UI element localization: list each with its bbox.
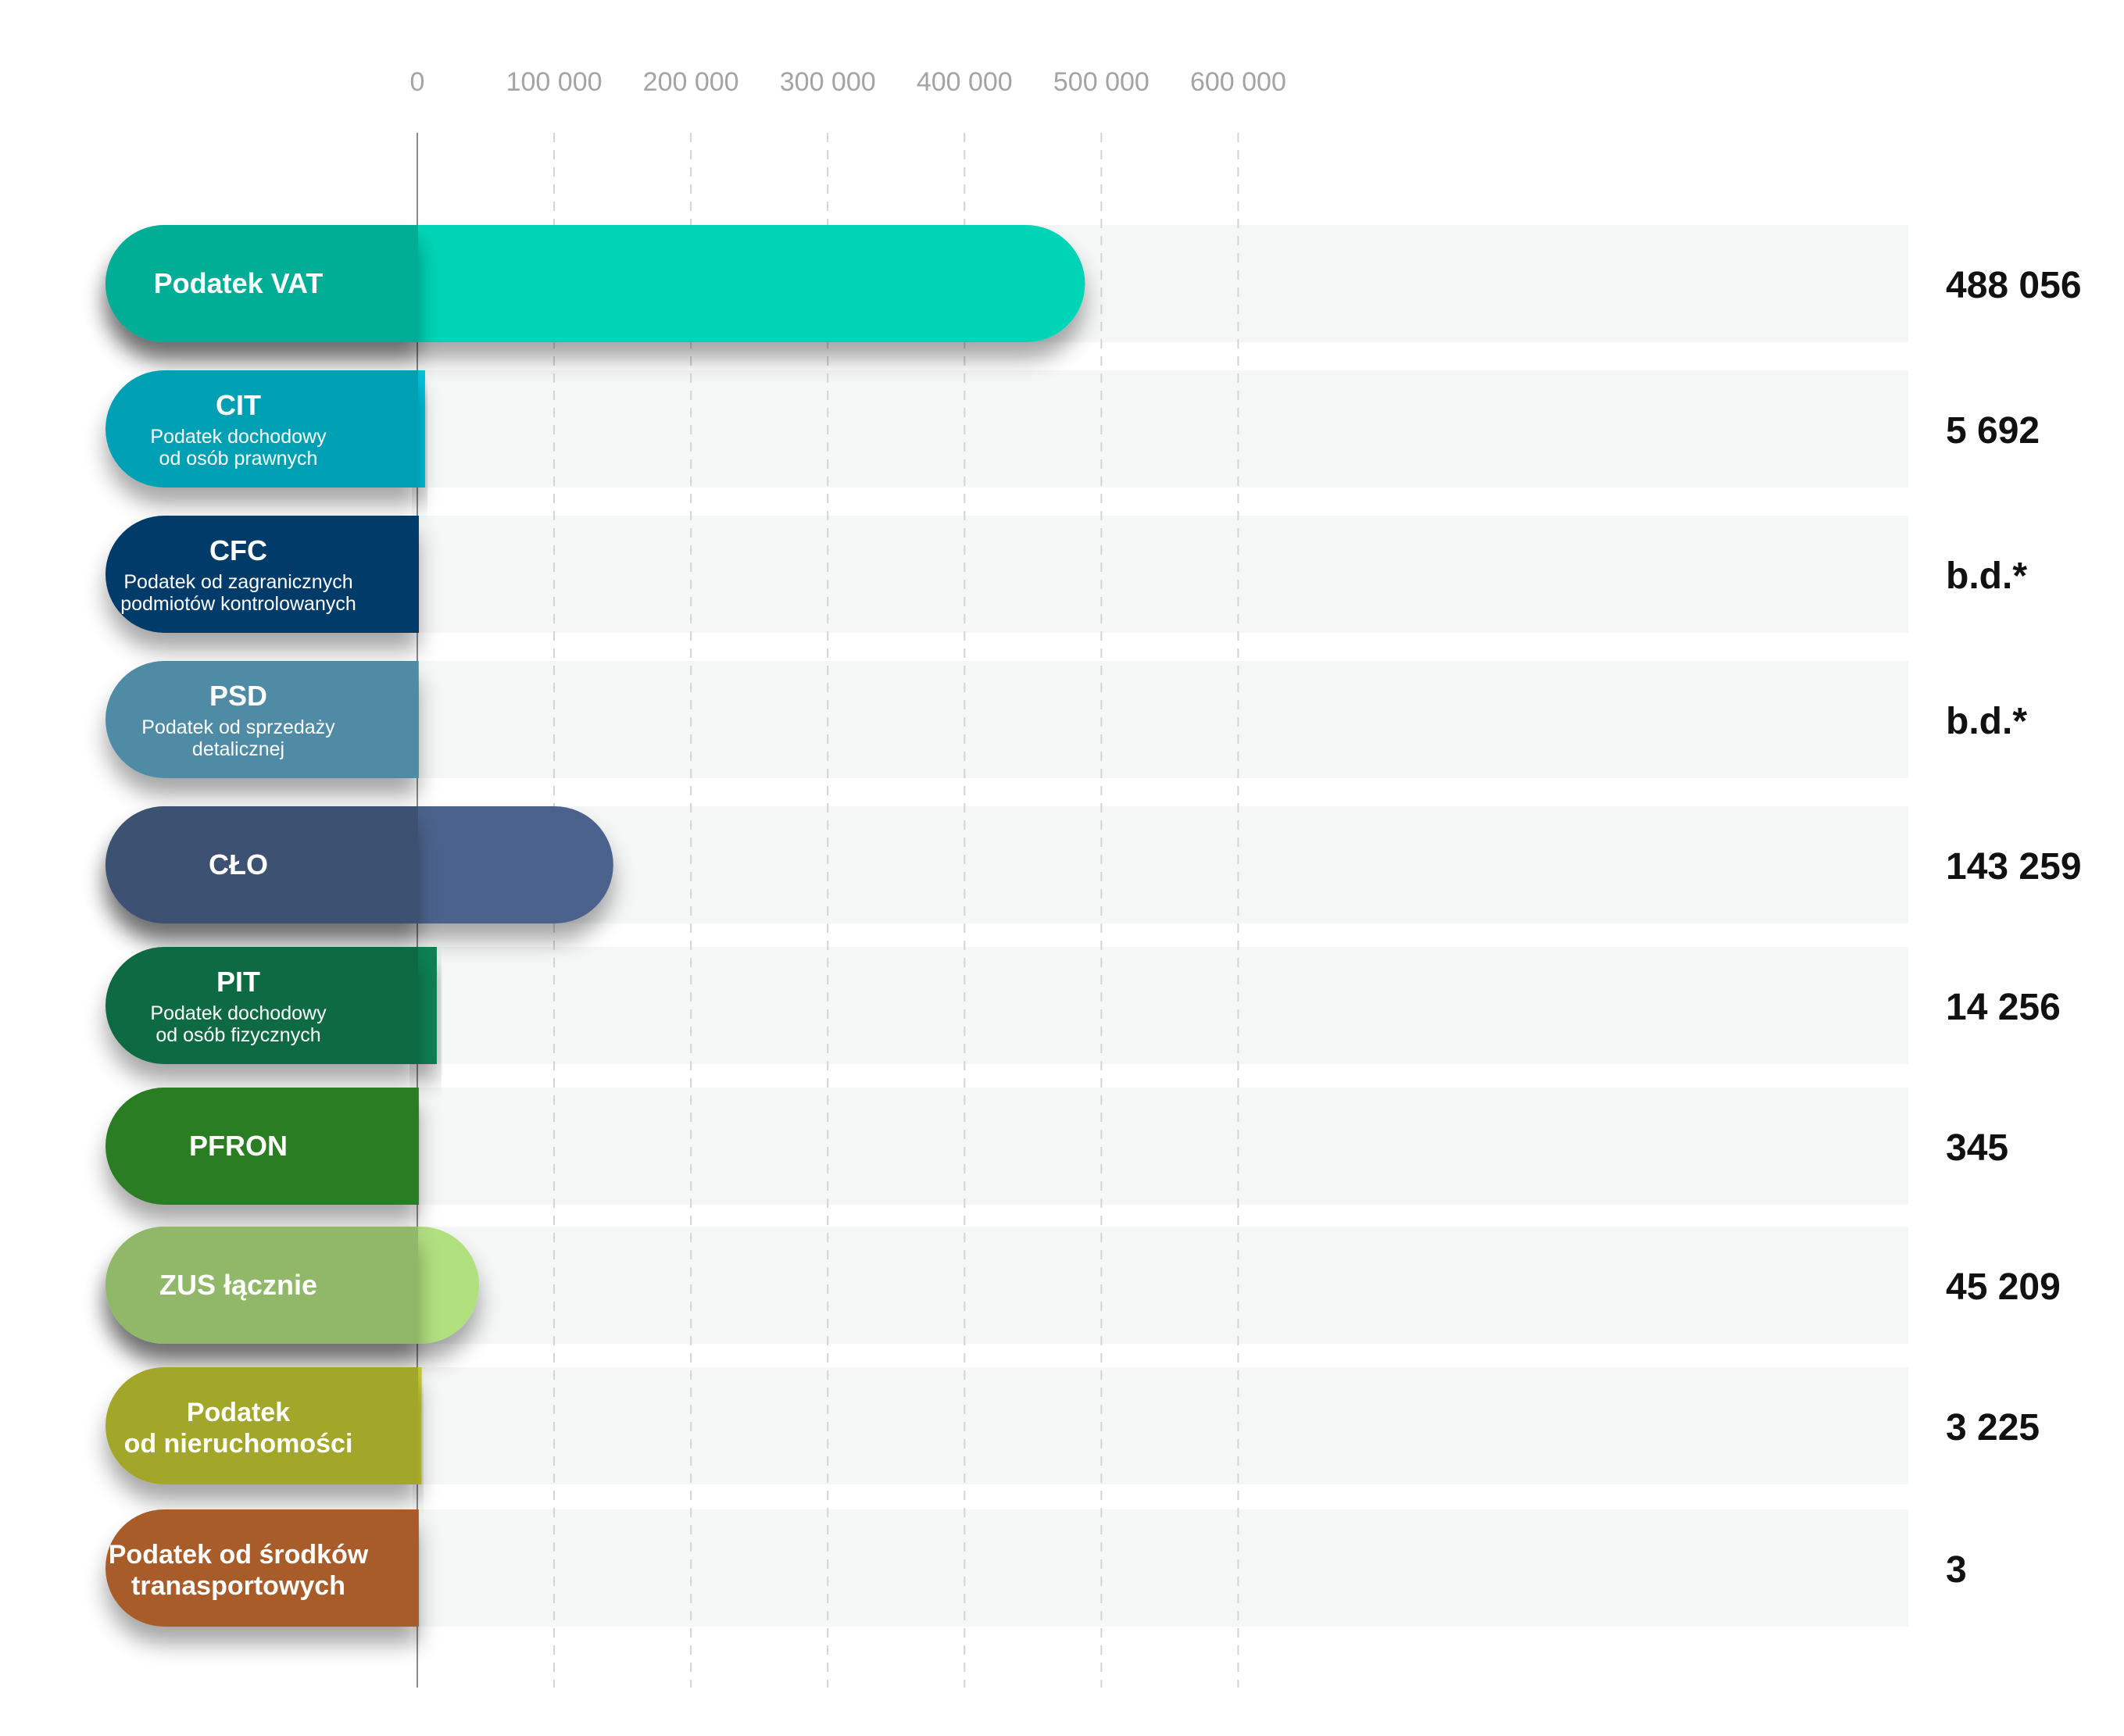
row-band-6 [417, 1088, 1908, 1205]
category-subtitle-1-1: od osób prawnych [159, 448, 318, 470]
category-title-0: Podatek VAT [154, 267, 324, 299]
value-labels: 488 056 5 692 b.d.* b.d.* 143 259 14 256 345 45… [1946, 265, 2082, 1591]
category-subtitle-1-0: Podatek dochodowy [150, 426, 327, 448]
category-title-5: PIT [216, 966, 260, 998]
value-label-2: b.d.* [1946, 555, 2027, 597]
row-band-1 [417, 370, 1908, 488]
category-title2-8: od nieruchomości [124, 1429, 353, 1459]
category-subtitle-2-1: podmiotów kontrolowanych [120, 593, 356, 615]
row-band-7 [417, 1227, 1908, 1344]
x-tick-label-3: 300 000 [780, 67, 876, 97]
category-title-9: Podatek od środków [109, 1540, 369, 1570]
category-subtitle-5-1: od osób fizycznych [156, 1024, 320, 1046]
value-label-5: 14 256 [1946, 987, 2061, 1028]
category-title-7: ZUS łącznie [159, 1269, 317, 1301]
x-axis-ticks: 0 100 000 200 000 300 000 400 000 500 000 600 … [410, 67, 1286, 97]
x-tick-label-0: 0 [410, 67, 425, 97]
row-band-2 [417, 516, 1908, 633]
category-title2-9: tranasportowych [131, 1571, 345, 1601]
value-label-6: 345 [1946, 1127, 2008, 1169]
category-title-2: CFC [209, 534, 267, 566]
value-label-9: 3 [1946, 1549, 1967, 1591]
row-band-9 [417, 1509, 1908, 1627]
value-label-4: 143 259 [1946, 846, 2082, 888]
category-title-8: Podatek [187, 1398, 290, 1427]
category-subtitle-2-0: Podatek od zagranicznych [123, 571, 352, 593]
category-labels: Podatek VATCITPodatek dochodowyod osób p… [105, 225, 418, 1627]
value-label-1: 5 692 [1946, 410, 2040, 452]
row-bands [417, 225, 1908, 1627]
category-subtitle-3-0: Podatek od sprzedaży [141, 716, 335, 738]
value-label-7: 45 209 [1946, 1266, 2061, 1308]
x-tick-label-4: 400 000 [917, 67, 1013, 97]
category-title-1: CIT [216, 389, 261, 421]
category-title-4: CŁO [209, 848, 268, 881]
row-band-3 [417, 661, 1908, 778]
category-title-6: PFRON [189, 1130, 288, 1162]
category-title-3: PSD [209, 680, 267, 712]
value-label-3: b.d.* [1946, 701, 2027, 742]
category-subtitle-5-0: Podatek dochodowy [150, 1002, 327, 1024]
category-subtitle-3-1: detalicznej [192, 738, 284, 760]
x-tick-label-2: 200 000 [643, 67, 739, 97]
x-tick-label-6: 600 000 [1190, 67, 1286, 97]
row-band-5 [417, 947, 1908, 1064]
value-label-8: 3 225 [1946, 1407, 2040, 1448]
value-label-0: 488 056 [1946, 265, 2082, 306]
x-tick-label-1: 100 000 [506, 67, 603, 97]
row-band-8 [417, 1367, 1908, 1484]
bar-chart: 0 100 000 200 000 300 000 400 000 500 000 600 … [105, 67, 2082, 1688]
x-tick-label-5: 500 000 [1053, 67, 1150, 97]
row-band-4 [417, 806, 1908, 923]
